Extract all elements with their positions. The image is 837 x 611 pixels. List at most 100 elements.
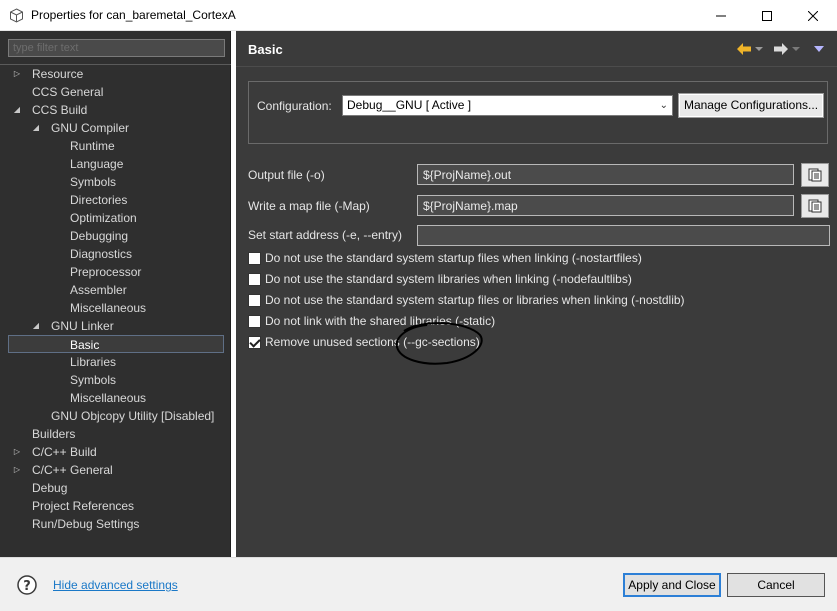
- tree-item-symbols[interactable]: Symbols: [0, 371, 231, 389]
- tree-item-resource[interactable]: ▷ Resource: [0, 65, 231, 83]
- hide-advanced-settings-link[interactable]: Hide advanced settings: [53, 578, 178, 592]
- map-variables-button[interactable]: [801, 194, 829, 218]
- collapsed-arrow-icon[interactable]: ▷: [12, 461, 22, 479]
- option-label: Do not use the standard system startup f…: [265, 293, 685, 307]
- app-icon: [10, 8, 23, 23]
- tree-item-label: GNU Objcopy Utility [Disabled]: [51, 409, 215, 423]
- tree-item-label: CCS General: [32, 85, 104, 99]
- close-button[interactable]: [790, 0, 836, 31]
- tree-item-debug[interactable]: Debug: [0, 479, 231, 497]
- tree-item-label: GNU Linker: [51, 319, 114, 333]
- tree-item-ccs-build[interactable]: ◢ CCS Build: [0, 101, 231, 119]
- tree-item-label: Runtime: [70, 139, 115, 153]
- tree-item-label: Miscellaneous: [70, 301, 147, 315]
- chevron-down-icon: ⌄: [659, 100, 668, 111]
- tree-item-label: Optimization: [70, 211, 137, 225]
- tree-item-gnu-compiler[interactable]: ◢ GNU Compiler: [0, 119, 231, 137]
- tree-item-label: Diagnostics: [70, 247, 133, 261]
- minimize-button[interactable]: [698, 0, 744, 31]
- tree-item-basic[interactable]: Basic: [8, 335, 224, 353]
- filter-box[interactable]: [8, 39, 225, 57]
- tree-item-gnu-linker[interactable]: ◢ GNU Linker: [0, 317, 231, 335]
- tree-item-label: Libraries: [70, 355, 117, 369]
- output-file-input[interactable]: [418, 165, 793, 184]
- back-arrow-icon: [737, 43, 751, 55]
- apply-and-close-button[interactable]: Apply and Close: [623, 573, 721, 597]
- map-file-label: Write a map file (-Map): [248, 199, 370, 213]
- back-button[interactable]: [737, 41, 763, 57]
- window-title: Properties for can_baremetal_CortexA: [31, 8, 236, 22]
- map-file-input[interactable]: [418, 196, 793, 215]
- tree-item-diagnostics[interactable]: Diagnostics: [0, 245, 231, 263]
- map-file-field[interactable]: [417, 195, 794, 216]
- tree-item-runtime[interactable]: Runtime: [0, 137, 231, 155]
- option-checkbox[interactable]: [248, 335, 261, 349]
- option-label: Do not use the standard system libraries…: [265, 272, 632, 286]
- help-icon[interactable]: ?: [17, 575, 37, 595]
- property-tree: ▷ Resource CCS General ◢ CCS Build ◢ GNU Compi…: [0, 64, 231, 533]
- collapsed-arrow-icon[interactable]: ▷: [12, 65, 22, 83]
- option-label: Do not use the standard system startup f…: [265, 251, 642, 265]
- maximize-button[interactable]: [744, 0, 790, 31]
- start-address-input[interactable]: [418, 226, 829, 245]
- tree-item-label: Builders: [32, 427, 76, 441]
- forward-arrow-icon: [774, 43, 788, 55]
- collapsed-arrow-icon[interactable]: ▷: [12, 443, 22, 461]
- tree-item-label: Basic: [70, 338, 100, 352]
- configuration-value: Debug__GNU [ Active ]: [347, 98, 472, 112]
- page-title: Basic: [248, 42, 283, 57]
- tree-item-c-c-general[interactable]: ▷ C/C++ General: [0, 461, 231, 479]
- variables-icon: [808, 168, 822, 182]
- option-checkbox[interactable]: [248, 251, 261, 265]
- cancel-button[interactable]: Cancel: [727, 573, 825, 597]
- manage-configurations-button[interactable]: Manage Configurations...: [678, 93, 824, 118]
- tree-item-builders[interactable]: Builders: [0, 425, 231, 443]
- option-checkbox[interactable]: [248, 314, 261, 328]
- expanded-arrow-icon[interactable]: ◢: [31, 317, 41, 335]
- output-file-field[interactable]: [417, 164, 794, 185]
- maximize-icon: [762, 10, 772, 21]
- tree-item-miscellaneous[interactable]: Miscellaneous: [0, 299, 231, 317]
- tree-item-label: Directories: [70, 193, 128, 207]
- tree-item-label: CCS Build: [32, 103, 88, 117]
- option-checkbox[interactable]: [248, 293, 261, 307]
- linker-option-row[interactable]: Do not use the standard system startup f…: [248, 292, 685, 308]
- tree-item-label: Debugging: [70, 229, 129, 243]
- start-address-field[interactable]: [417, 225, 830, 246]
- tree-item-language[interactable]: Language: [0, 155, 231, 173]
- tree-item-label: Language: [70, 157, 124, 171]
- tree-item-directories[interactable]: Directories: [0, 191, 231, 209]
- tree-item-ccs-general[interactable]: CCS General: [0, 83, 231, 101]
- tree-item-symbols[interactable]: Symbols: [0, 173, 231, 191]
- page-header: Basic: [236, 31, 837, 67]
- tree-item-run-debug-settings[interactable]: Run/Debug Settings: [0, 515, 231, 533]
- tree-item-miscellaneous[interactable]: Miscellaneous: [0, 389, 231, 407]
- expanded-arrow-icon[interactable]: ◢: [31, 119, 41, 137]
- linker-option-row[interactable]: Do not use the standard system libraries…: [248, 271, 632, 287]
- tree-item-label: Project References: [32, 499, 135, 513]
- variables-icon: [808, 199, 822, 213]
- chevron-down-icon: [792, 47, 800, 51]
- tree-item-label: Miscellaneous: [70, 391, 147, 405]
- tree-item-c-c-build[interactable]: ▷ C/C++ Build: [0, 443, 231, 461]
- tree-item-libraries[interactable]: Libraries: [0, 353, 231, 371]
- tree-item-preprocessor[interactable]: Preprocessor: [0, 263, 231, 281]
- tree-item-optimization[interactable]: Optimization: [0, 209, 231, 227]
- option-checkbox[interactable]: [248, 272, 261, 286]
- forward-button[interactable]: [774, 41, 800, 57]
- configuration-select[interactable]: Debug__GNU [ Active ] ⌄: [342, 95, 673, 116]
- tree-item-project-references[interactable]: Project References: [0, 497, 231, 515]
- linker-option-row[interactable]: Do not use the standard system startup f…: [248, 250, 642, 266]
- output-variables-button[interactable]: [801, 163, 829, 187]
- tree-item-label: C/C++ Build: [32, 445, 97, 459]
- expanded-arrow-icon[interactable]: ◢: [12, 101, 22, 119]
- tree-item-debugging[interactable]: Debugging: [0, 227, 231, 245]
- tree-item-assembler[interactable]: Assembler: [0, 281, 231, 299]
- tree-item-label: GNU Compiler: [51, 121, 130, 135]
- minimize-icon: [716, 15, 726, 16]
- tree-item-gnu-objcopy-utility-disabled[interactable]: GNU Objcopy Utility [Disabled]: [0, 407, 231, 425]
- start-address-label: Set start address (-e, --entry): [248, 228, 403, 242]
- filter-input[interactable]: [9, 40, 224, 56]
- view-menu-button[interactable]: [814, 41, 824, 57]
- view-menu-icon: [814, 46, 824, 52]
